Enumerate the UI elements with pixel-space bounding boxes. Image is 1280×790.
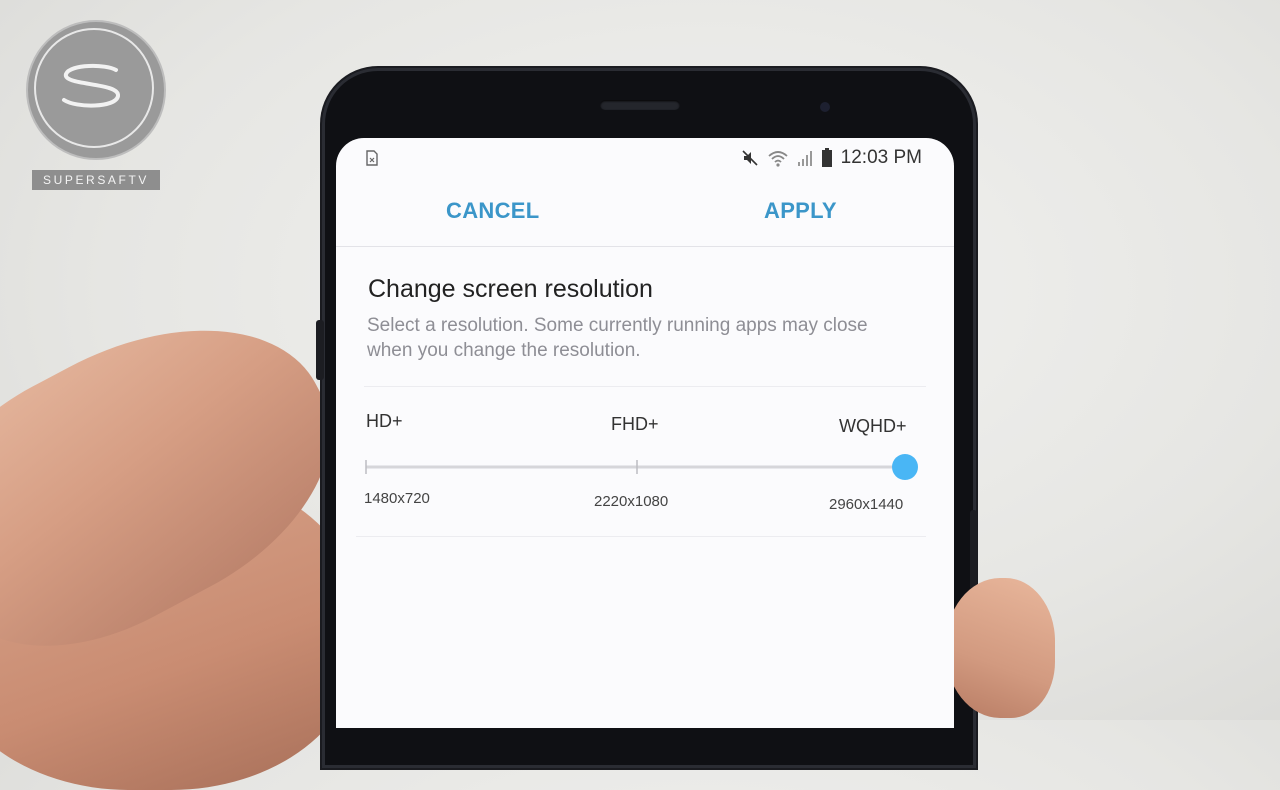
resolution-label-fhd: FHD+ — [611, 414, 659, 434]
sim-card-icon — [366, 150, 378, 166]
resolution-label-hd: HD+ — [366, 411, 403, 431]
signal-icon — [797, 151, 812, 166]
status-time: 12:03 PM — [840, 147, 922, 168]
earpiece-speaker — [600, 100, 680, 110]
slider-thumb[interactable] — [892, 454, 918, 480]
side-button-right — [970, 510, 977, 590]
status-bar: 12:03 PM — [336, 138, 954, 178]
resolution-size-wqhd: 2960x1440 — [829, 496, 904, 513]
phone-screen: 12:03 PM CANCEL APPLY Change screen reso… — [336, 138, 954, 728]
side-button-left — [316, 320, 324, 380]
resolution-size-hd: 1480x720 — [364, 490, 430, 507]
action-bar: CANCEL APPLY — [336, 178, 954, 247]
dialog-description: Select a resolution. Some currently runn… — [367, 315, 868, 361]
divider — [364, 386, 926, 387]
apply-button[interactable]: APPLY — [764, 198, 837, 224]
mute-icon — [742, 150, 758, 166]
front-camera — [820, 102, 830, 112]
dialog-title: Change screen resolution — [368, 275, 653, 303]
battery-icon — [821, 148, 832, 167]
watermark-logo: SUPERSAFTV — [26, 20, 168, 190]
resolution-size-fhd: 2220x1080 — [594, 493, 669, 510]
cancel-button[interactable]: CANCEL — [446, 198, 539, 224]
divider — [356, 536, 926, 537]
status-icons: 12:03 PM — [741, 146, 922, 170]
hand-finger-right — [945, 578, 1055, 718]
resolution-label-wqhd: WQHD+ — [839, 416, 907, 436]
wifi-icon — [768, 151, 788, 167]
resolution-slider[interactable] — [364, 450, 920, 484]
logo-s-icon — [62, 63, 120, 108]
watermark-text: SUPERSAFTV — [32, 170, 160, 190]
